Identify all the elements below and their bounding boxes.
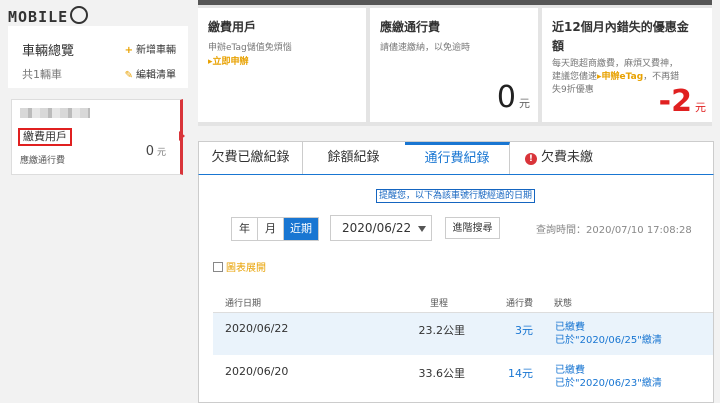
pencil-icon: ✎ bbox=[124, 70, 133, 81]
tab-toll-records[interactable]: 通行費紀錄 bbox=[405, 142, 510, 178]
query-time: 查詢時間：2020/07/10 17:08:28 bbox=[536, 225, 692, 236]
apply-etag-link[interactable]: ▸申辦eTag bbox=[597, 72, 643, 82]
vehicle-summary-panel: 車輛總覽 共1輛車 + 新增車輛 ✎ 編輯清單 bbox=[8, 26, 188, 88]
table-row: 2020/06/22 23.2公里 3元 已繳費 已於"2020/06/25"繳清 bbox=[213, 313, 713, 355]
account-card-title: 繳費用戶 bbox=[208, 20, 257, 34]
tab-unpaid[interactable]: ! 欠費未繳 bbox=[509, 142, 609, 175]
due-card-amount: 0元 bbox=[496, 80, 530, 115]
table-header: 通行日期 里程 通行費 狀態 bbox=[213, 292, 713, 313]
warning-icon: ! bbox=[524, 153, 537, 165]
vehicle-count: 共1輛車 bbox=[22, 68, 62, 81]
camera-icon bbox=[70, 6, 89, 24]
advanced-search-button[interactable]: 進階搜尋 bbox=[445, 217, 500, 239]
selected-arrow-icon bbox=[179, 131, 185, 141]
period-year[interactable]: 年 bbox=[232, 218, 258, 240]
vehicle-card[interactable]: 繳費用戶 應繳通行費 0元 bbox=[11, 99, 183, 175]
edit-list-button[interactable]: ✎ 編輯清單 bbox=[125, 66, 176, 81]
row-date: 2020/06/20 bbox=[225, 365, 289, 378]
missed-card-amount: -2 元 bbox=[658, 84, 706, 119]
row-fee: 14元 bbox=[508, 367, 533, 380]
row-status: 已繳費 已於"2020/06/25"繳清 bbox=[555, 322, 662, 346]
period-selector: 年 月 近期 bbox=[231, 217, 319, 241]
record-tabs: 欠費已繳紀錄 餘額紀錄 通行費紀錄 ! 欠費未繳 bbox=[198, 141, 714, 178]
col-fee: 通行費 bbox=[506, 299, 534, 309]
col-date: 通行日期 bbox=[225, 299, 262, 309]
row-status: 已繳費 已於"2020/06/23"繳清 bbox=[555, 365, 662, 389]
plus-icon: + bbox=[124, 45, 133, 56]
summary-title: 車輛總覽 bbox=[22, 44, 75, 59]
account-card-desc: 申辦eTag儲值免煩惱 bbox=[208, 43, 292, 53]
row-mileage: 23.2公里 bbox=[418, 324, 466, 337]
apply-now-link[interactable]: ▸立即申辦 bbox=[208, 56, 249, 69]
chart-toggle[interactable]: 圖表展開 bbox=[213, 259, 266, 274]
caret-down-icon bbox=[418, 226, 426, 232]
add-vehicle-button[interactable]: + 新增車輛 bbox=[125, 41, 176, 56]
row-fee: 3元 bbox=[515, 324, 533, 337]
missed-card-title: 近12個月內錯失的優惠金額 bbox=[552, 20, 689, 53]
tab-paid-arrears[interactable]: 欠費已繳紀錄 bbox=[199, 142, 303, 175]
period-month[interactable]: 月 bbox=[258, 218, 284, 240]
due-card: 應繳通行費 請儘速繳納，以免逾時 0元 bbox=[370, 8, 538, 122]
top-strip bbox=[198, 0, 712, 5]
due-card-title: 應繳通行費 bbox=[380, 20, 441, 34]
date-select[interactable]: 2020/06/22 bbox=[330, 215, 432, 241]
brand-logo: MOBILE bbox=[8, 6, 89, 26]
row-date: 2020/06/22 bbox=[225, 322, 289, 335]
account-card: 繳費用戶 申辦eTag儲值免煩惱 ▸立即申辦 bbox=[198, 8, 366, 122]
due-label: 應繳通行費 bbox=[20, 156, 66, 166]
license-plate-blurred bbox=[20, 108, 90, 118]
notice-text: 提醒您，以下為該車號行駛經過的日期 bbox=[376, 189, 536, 203]
row-mileage: 33.6公里 bbox=[418, 367, 466, 380]
account-type-label: 繳費用戶 bbox=[18, 128, 72, 146]
table-row: 2020/06/20 33.6公里 14元 已繳費 已於"2020/06/23"繳… bbox=[213, 356, 713, 398]
col-mileage: 里程 bbox=[430, 299, 449, 309]
col-status: 狀態 bbox=[554, 299, 573, 309]
tab-balance[interactable]: 餘額紀錄 bbox=[302, 142, 406, 175]
checkbox-icon[interactable] bbox=[213, 262, 223, 272]
due-amount: 0元 bbox=[145, 144, 166, 159]
missed-discount-card: 近12個月內錯失的優惠金額 每天跑超商繳費，麻煩又費神， 建議您儘速▸申辦eTa… bbox=[542, 8, 712, 122]
period-recent[interactable]: 近期 bbox=[284, 218, 318, 240]
due-card-desc: 請儘速繳納，以免逾時 bbox=[380, 43, 471, 53]
